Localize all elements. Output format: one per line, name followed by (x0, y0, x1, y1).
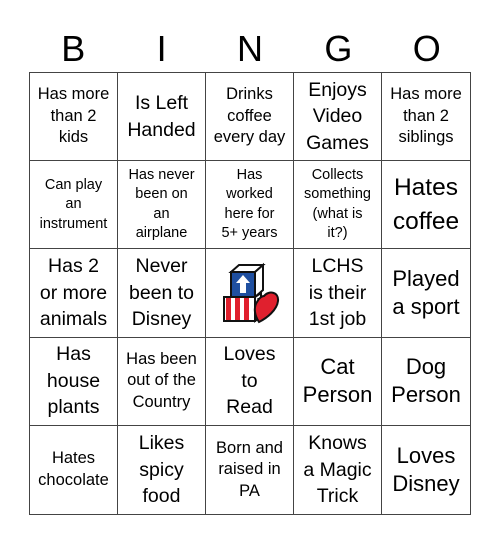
bingo-cell-label: Collects something (what is it?) (304, 166, 371, 242)
bingo-cell-label: Has house plants (46, 343, 101, 419)
bingo-cell[interactable]: Loves Disney (382, 426, 470, 514)
bingo-cell[interactable]: Has worked here for 5+ years (206, 161, 294, 250)
header-letter-o: O (412, 28, 441, 69)
header-letter-b: B (61, 28, 86, 69)
bingo-cell-label: Cat Person (302, 354, 373, 408)
bingo-cell-label: Played a sport (392, 265, 460, 319)
bingo-cell[interactable]: Has more than 2 kids (30, 73, 118, 162)
bingo-cell-label: Hates chocolate (38, 449, 109, 489)
bingo-cell-label: LCHS is their 1st job (308, 255, 367, 331)
bingo-cell-label: Hates coffee (392, 173, 460, 235)
bingo-cell[interactable]: Likes spicy food (118, 425, 206, 514)
bingo-cell-label: Can play an instrument (39, 176, 108, 232)
bingo-cell[interactable]: Hates coffee (382, 161, 470, 250)
bingo-cell-label: Loves Disney (392, 442, 460, 496)
bingo-cell[interactable]: Drinks coffee every day (206, 73, 294, 162)
bingo-cell-label: Knows a Magic Trick (303, 432, 372, 508)
bingo-cell-label: Likes spicy food (138, 432, 185, 508)
bingo-cell-label: Loves to Read (223, 343, 276, 419)
bingo-cell-label: Dog Person (391, 354, 461, 408)
bingo-cell[interactable]: Never been to Disney (118, 249, 206, 338)
header-letter-i: I (156, 28, 167, 69)
bingo-cell-label: Has more than 2 siblings (390, 85, 462, 147)
bingo-cell[interactable]: Collects something (what is it?) (294, 161, 382, 250)
bingo-cell[interactable]: Has 2 or more animals (30, 249, 118, 338)
bingo-cell[interactable]: Born and raised in PA (206, 425, 294, 514)
bingo-cell[interactable]: Enjoys Video Games (294, 73, 382, 162)
bingo-cell-label: Has more than 2 kids (37, 85, 110, 147)
bingo-cell[interactable]: Is Left Handed (118, 73, 206, 162)
bingo-cell-label: Has worked here for 5+ years (221, 166, 278, 242)
bingo-cell[interactable]: Cat Person (294, 337, 382, 426)
bingo-cell-label: Has 2 or more animals (39, 255, 108, 331)
bingo-cell[interactable]: Has been out of the Country (118, 337, 206, 426)
bingo-cell-label: Is Left Handed (127, 92, 196, 141)
bingo-cell-label: Has never been on an airplane (128, 166, 195, 242)
bingo-cell-label: Born and raised in PA (216, 438, 283, 500)
bingo-cell[interactable]: LCHS is their 1st job (294, 249, 382, 338)
bingo-cell[interactable]: Can play an instrument (30, 161, 118, 250)
bingo-cell[interactable]: Played a sport (382, 249, 470, 338)
bingo-cell[interactable]: Has more than 2 siblings (382, 73, 470, 162)
bingo-cell-free-space[interactable] (206, 249, 294, 338)
bingo-board: Has more than 2 kids Is Left Handed Drinks… (29, 72, 471, 515)
bingo-cell-label: Has been out of the Country (126, 349, 197, 411)
bingo-cell-label: Never been to Disney (128, 255, 195, 331)
header-letter-g: G (324, 28, 353, 69)
bingo-header: B I N G O (29, 26, 471, 72)
bingo-cell[interactable]: Knows a Magic Trick (294, 425, 382, 514)
toy-blocks-heart-icon (222, 262, 279, 324)
bingo-cell[interactable]: Hates chocolate (30, 425, 118, 514)
bingo-cell[interactable]: Dog Person (382, 338, 470, 426)
bingo-cell[interactable]: Has never been on an airplane (118, 161, 206, 250)
bingo-cell-label: Drinks coffee every day (213, 85, 286, 147)
bingo-cell[interactable]: Has house plants (30, 337, 118, 426)
header-letter-n: N (236, 28, 263, 69)
bingo-cell-label: Enjoys Video Games (306, 78, 369, 154)
bingo-cell[interactable]: Loves to Read (206, 337, 294, 426)
